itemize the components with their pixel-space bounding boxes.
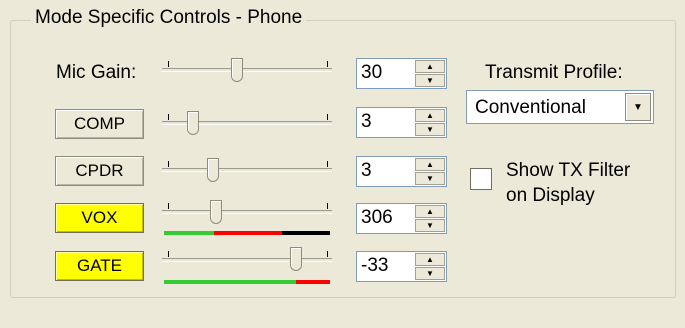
vox-spinbox[interactable]: 306 ▲ ▼ [356,203,447,234]
mic-gain-slider-thumb[interactable] [231,58,243,82]
gate-spinbox[interactable]: -33 ▲ ▼ [356,251,447,282]
spin-up-arrow-icon[interactable]: ▲ [415,253,445,266]
comp-slider-thumb[interactable] [187,111,199,135]
mic-gain-value[interactable]: 30 [361,62,382,84]
cpdr-button-label: CPDR [75,161,124,180]
spin-down-arrow-icon[interactable]: ▼ [415,267,445,280]
group-title: Mode Specific Controls - Phone [31,7,307,29]
comp-value[interactable]: 3 [361,111,372,133]
gate-level-meter [164,280,330,284]
dropdown-arrow-icon[interactable]: ▼ [625,93,651,121]
spin-down-arrow-icon[interactable]: ▼ [415,123,445,136]
transmit-profile-dropdown[interactable]: Conventional ▼ [466,90,654,124]
gate-meter-red [296,280,330,284]
gate-button[interactable]: GATE [55,251,144,281]
spin-up-arrow-icon[interactable]: ▲ [415,205,445,218]
mode-specific-controls-panel: Mode Specific Controls - Phone Mic Gain:… [0,0,685,328]
show-tx-filter-label-line1[interactable]: Show TX Filter [506,160,630,182]
cpdr-value[interactable]: 3 [361,160,372,182]
gate-button-label: GATE [76,256,123,275]
spin-up-arrow-icon[interactable]: ▲ [415,60,445,73]
gate-meter-green [164,280,296,284]
vox-meter-red [214,231,282,235]
cpdr-button[interactable]: CPDR [55,156,144,186]
vox-value[interactable]: 306 [361,207,393,229]
show-tx-filter-checkbox[interactable] [470,168,492,190]
vox-level-meter [164,231,330,235]
spin-up-arrow-icon[interactable]: ▲ [415,158,445,171]
vox-button[interactable]: VOX [55,203,144,233]
spin-up-arrow-icon[interactable]: ▲ [415,109,445,122]
vox-slider-thumb[interactable] [210,200,222,224]
spin-down-arrow-icon[interactable]: ▼ [415,219,445,232]
mic-gain-label: Mic Gain: [56,62,137,83]
vox-meter-green [164,231,214,235]
comp-spinbox[interactable]: 3 ▲ ▼ [356,107,447,138]
cpdr-slider-thumb[interactable] [207,158,219,182]
show-tx-filter-label-line2[interactable]: on Display [506,185,595,207]
transmit-profile-selected[interactable]: Conventional [475,97,586,119]
vox-meter-black [282,231,330,235]
mic-gain-spinbox[interactable]: 30 ▲ ▼ [356,58,447,89]
transmit-profile-label: Transmit Profile: [485,62,623,83]
comp-button-label: COMP [74,114,125,133]
spin-down-arrow-icon[interactable]: ▼ [415,172,445,185]
spin-down-arrow-icon[interactable]: ▼ [415,74,445,87]
comp-button[interactable]: COMP [55,109,144,139]
cpdr-spinbox[interactable]: 3 ▲ ▼ [356,156,447,187]
vox-button-label: VOX [81,208,118,227]
gate-value[interactable]: -33 [361,255,388,277]
gate-slider-thumb[interactable] [290,247,302,271]
